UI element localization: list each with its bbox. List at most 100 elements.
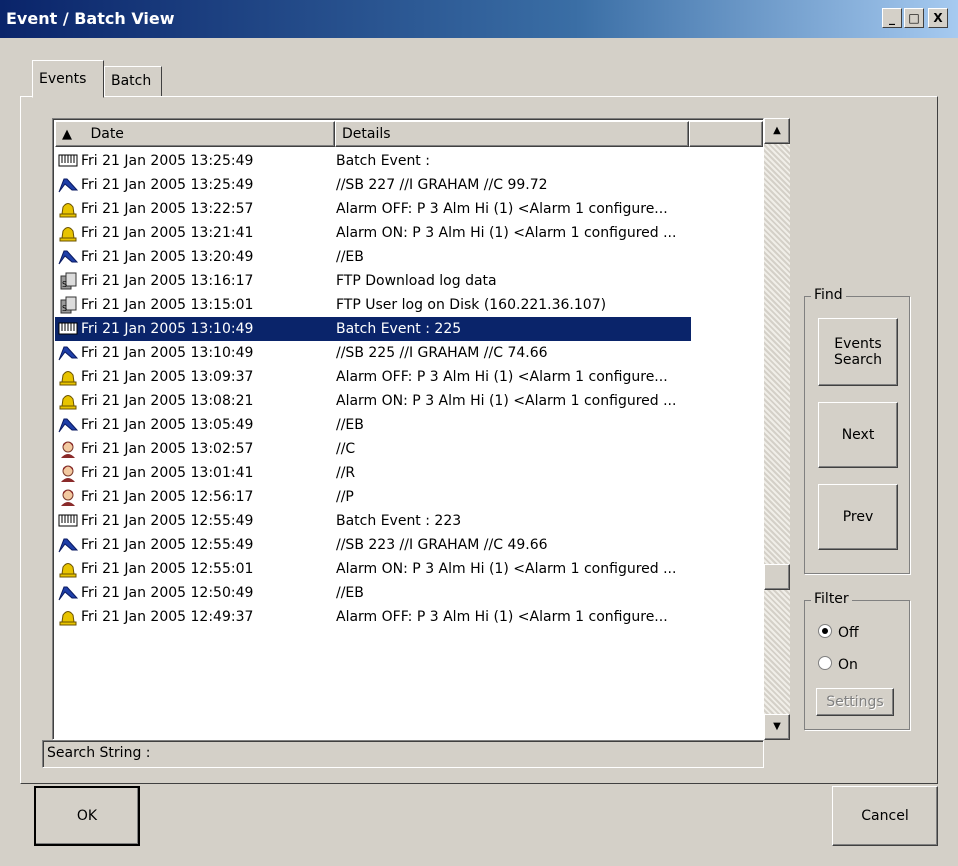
alarm-bell-icon xyxy=(58,608,78,626)
pen-icon xyxy=(58,416,79,434)
event-list[interactable]: ▲ Date Details Fri 21 Jan 2005 13:25:49 B… xyxy=(52,118,764,740)
list-item[interactable]: Fri 21 Jan 2005 12:56:17 //P xyxy=(55,485,691,509)
scroll-thumb[interactable] xyxy=(764,564,790,590)
list-item[interactable]: Fri 21 Jan 2005 13:25:49 Batch Event : xyxy=(55,149,691,173)
minimize-button[interactable]: _ xyxy=(882,8,902,28)
row-date: Fri 21 Jan 2005 13:10:49 xyxy=(81,321,254,337)
row-details: Alarm ON: P 3 Alm Hi (1) <Alarm 1 config… xyxy=(336,561,677,577)
filter-off-label: Off xyxy=(838,625,859,641)
list-item[interactable]: Fri 21 Jan 2005 13:10:49 Batch Event : 22… xyxy=(55,317,691,341)
row-date: Fri 21 Jan 2005 13:21:41 xyxy=(81,225,254,241)
row-details: //P xyxy=(336,489,354,505)
scroll-down-button[interactable]: ▼ xyxy=(764,714,790,740)
list-item[interactable]: Fri 21 Jan 2005 12:49:37 Alarm OFF: P 3 A… xyxy=(55,605,691,629)
ok-button[interactable]: OK xyxy=(34,786,140,846)
radio-selected-icon xyxy=(818,624,832,638)
search-string-status: Search String : xyxy=(42,740,764,768)
row-details: //SB 223 //I GRAHAM //C 49.66 xyxy=(336,537,548,553)
row-details: Alarm ON: P 3 Alm Hi (1) <Alarm 1 config… xyxy=(336,225,677,241)
batch-icon xyxy=(58,320,78,338)
row-date: Fri 21 Jan 2005 13:01:41 xyxy=(81,465,254,481)
row-details: FTP Download log data xyxy=(336,273,497,289)
list-item[interactable]: Fri 21 Jan 2005 13:01:41 //R xyxy=(55,461,691,485)
row-details: Batch Event : 223 xyxy=(336,513,462,529)
radio-unselected-icon xyxy=(818,656,832,670)
pen-icon xyxy=(58,536,79,554)
row-date: Fri 21 Jan 2005 13:22:57 xyxy=(81,201,254,217)
row-details: //SB 225 //I GRAHAM //C 74.66 xyxy=(336,345,548,361)
row-date: Fri 21 Jan 2005 13:16:17 xyxy=(81,273,254,289)
window-title: Event / Batch View xyxy=(6,9,175,28)
vertical-scrollbar[interactable]: ▲ ▼ xyxy=(764,118,790,740)
filter-on-radio[interactable]: On xyxy=(818,656,858,673)
row-details: FTP User log on Disk (160.221.36.107) xyxy=(336,297,607,313)
filter-legend: Filter xyxy=(811,591,852,607)
row-date: Fri 21 Jan 2005 13:20:49 xyxy=(81,249,254,265)
row-details: //R xyxy=(336,465,356,481)
scroll-up-button[interactable]: ▲ xyxy=(764,118,790,144)
list-item[interactable]: Fri 21 Jan 2005 13:10:49 //SB 225 //I GRA… xyxy=(55,341,691,365)
list-item[interactable]: Fri 21 Jan 2005 12:55:49 //SB 223 //I GRA… xyxy=(55,533,691,557)
row-details: //SB 227 //I GRAHAM //C 99.72 xyxy=(336,177,548,193)
list-item[interactable]: Fri 21 Jan 2005 13:25:49 //SB 227 //I GRA… xyxy=(55,173,691,197)
column-header-date-label: Date xyxy=(90,126,124,142)
list-item[interactable]: Fri 21 Jan 2005 12:55:01 Alarm ON: P 3 Al… xyxy=(55,557,691,581)
row-date: Fri 21 Jan 2005 12:55:49 xyxy=(81,537,254,553)
row-details: Alarm OFF: P 3 Alm Hi (1) <Alarm 1 confi… xyxy=(336,201,668,217)
list-item[interactable]: Fri 21 Jan 2005 12:50:49 //EB xyxy=(55,581,691,605)
tab-batch[interactable]: Batch xyxy=(104,66,162,97)
list-item[interactable]: S Fri 21 Jan 2005 13:15:01 FTP User log on… xyxy=(55,293,691,317)
list-item[interactable]: Fri 21 Jan 2005 13:08:21 Alarm ON: P 3 Al… xyxy=(55,389,691,413)
find-legend: Find xyxy=(811,287,846,303)
close-button[interactable]: X xyxy=(928,8,948,28)
next-button[interactable]: Next xyxy=(818,402,898,468)
alarm-bell-icon xyxy=(58,200,78,218)
row-details: //EB xyxy=(336,249,364,265)
alarm-bell-icon xyxy=(58,560,78,578)
maximize-button[interactable]: □ xyxy=(904,8,924,28)
list-item[interactable]: S Fri 21 Jan 2005 13:16:17 FTP Download lo… xyxy=(55,269,691,293)
prev-button[interactable]: Prev xyxy=(818,484,898,550)
pen-icon xyxy=(58,248,79,266)
search-string-label: Search String : xyxy=(47,745,151,761)
row-details: //C xyxy=(336,441,356,457)
svg-text:S: S xyxy=(62,280,67,289)
list-item[interactable]: Fri 21 Jan 2005 12:55:49 Batch Event : 22… xyxy=(55,509,691,533)
row-date: Fri 21 Jan 2005 12:55:49 xyxy=(81,513,254,529)
events-search-button[interactable]: Events Search xyxy=(818,318,898,386)
list-item[interactable]: Fri 21 Jan 2005 13:02:57 //C xyxy=(55,437,691,461)
column-header-date[interactable]: ▲ Date xyxy=(55,121,335,147)
svg-text:S: S xyxy=(62,304,67,313)
user-icon xyxy=(58,440,78,458)
user-icon xyxy=(58,464,78,482)
tab-events[interactable]: Events xyxy=(32,60,104,98)
list-item[interactable]: Fri 21 Jan 2005 13:20:49 //EB xyxy=(55,245,691,269)
row-details: Batch Event : 225 xyxy=(336,321,462,337)
filter-on-label: On xyxy=(838,657,858,673)
pen-icon xyxy=(58,344,79,362)
list-item[interactable]: Fri 21 Jan 2005 13:22:57 Alarm OFF: P 3 A… xyxy=(55,197,691,221)
column-header-details[interactable]: Details xyxy=(335,121,689,147)
filter-off-radio[interactable]: Off xyxy=(818,624,859,641)
alarm-bell-icon xyxy=(58,368,78,386)
row-date: Fri 21 Jan 2005 13:10:49 xyxy=(81,345,254,361)
list-item[interactable]: Fri 21 Jan 2005 13:21:41 Alarm ON: P 3 Al… xyxy=(55,221,691,245)
cancel-button[interactable]: Cancel xyxy=(832,786,938,846)
column-header-empty[interactable] xyxy=(689,121,763,147)
row-details: Alarm ON: P 3 Alm Hi (1) <Alarm 1 config… xyxy=(336,393,677,409)
row-date: Fri 21 Jan 2005 13:02:57 xyxy=(81,441,254,457)
events-search-label-2: Search xyxy=(833,352,883,368)
down-arrow-icon: ▼ xyxy=(773,721,781,732)
row-date: Fri 21 Jan 2005 13:15:01 xyxy=(81,297,254,313)
row-details: Alarm OFF: P 3 Alm Hi (1) <Alarm 1 confi… xyxy=(336,609,668,625)
settings-button: Settings xyxy=(816,688,894,716)
user-icon xyxy=(58,488,78,506)
row-date: Fri 21 Jan 2005 13:25:49 xyxy=(81,177,254,193)
list-item[interactable]: Fri 21 Jan 2005 13:05:49 //EB xyxy=(55,413,691,437)
row-date: Fri 21 Jan 2005 13:09:37 xyxy=(81,369,254,385)
row-date: Fri 21 Jan 2005 12:56:17 xyxy=(81,489,254,505)
row-details: //EB xyxy=(336,417,364,433)
row-details: //EB xyxy=(336,585,364,601)
list-item[interactable]: Fri 21 Jan 2005 13:09:37 Alarm OFF: P 3 A… xyxy=(55,365,691,389)
events-search-label-1: Events xyxy=(834,336,882,352)
